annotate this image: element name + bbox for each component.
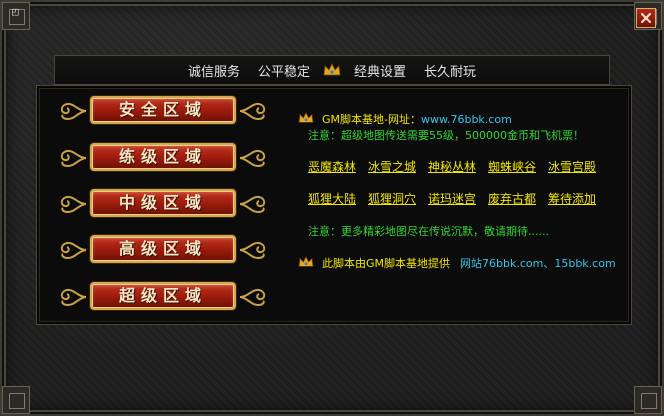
map-link[interactable]: 狐狸洞穴 xyxy=(368,190,416,207)
map-link[interactable]: 废弃古都 xyxy=(488,190,536,207)
map-link[interactable]: 蜘蛛峡谷 xyxy=(488,158,536,175)
zone-row: 超级区域 xyxy=(56,282,270,312)
dialog-window: ◰ 诚信服务 公平稳定 经典设置 长久耐玩 安全区域 练级区域 中级区域 高级区… xyxy=(0,0,664,416)
zone-row: 高级区域 xyxy=(56,235,270,265)
close-button[interactable] xyxy=(636,8,656,28)
map-link[interactable]: 诺玛迷宫 xyxy=(428,190,476,207)
crown-icon xyxy=(323,63,341,76)
scroll-ornament-icon xyxy=(239,149,266,168)
scroll-ornament-icon xyxy=(239,102,266,121)
notice-super-map: 注意：超级地图传送需要55级，500000金币和飞机票！ xyxy=(308,129,584,142)
map-link[interactable]: 狐狸大陆 xyxy=(308,190,356,207)
site-url-link[interactable]: www.76bbk.com xyxy=(421,113,512,126)
scroll-ornament-icon xyxy=(239,288,266,307)
zone-button-super[interactable]: 超级区域 xyxy=(90,282,236,310)
close-icon xyxy=(640,12,652,24)
crown-icon xyxy=(298,256,314,267)
tab-fair[interactable]: 公平稳定 xyxy=(249,61,319,80)
tab-classic[interactable]: 经典设置 xyxy=(345,61,415,80)
scroll-ornament-icon xyxy=(60,288,87,307)
zone-button-leveling[interactable]: 练级区域 xyxy=(90,143,236,171)
scroll-ornament-icon xyxy=(60,102,87,121)
notice-more-maps: 注意：更多精彩地图尽在传说沉默，敬请期待...... xyxy=(308,225,549,238)
scroll-ornament-icon xyxy=(60,241,87,260)
footer-line: 此脚本由GM脚本基地提供 网站76bbk.com、15bbk.com xyxy=(298,255,616,271)
zone-button-intermediate[interactable]: 中级区域 xyxy=(90,189,236,217)
map-link[interactable]: 筹待添加 xyxy=(548,190,596,207)
scroll-ornament-icon xyxy=(239,241,266,260)
zone-button-advanced[interactable]: 高级区域 xyxy=(90,235,236,263)
tab-service[interactable]: 诚信服务 xyxy=(179,61,249,80)
notice-line: 注意：超级地图传送需要55级，500000金币和飞机票！ xyxy=(308,127,584,143)
site-info-line: GM脚本基地-网址：www.76bbk.com xyxy=(298,111,512,127)
map-link[interactable]: 神秘丛林 xyxy=(428,158,476,175)
scroll-ornament-icon xyxy=(60,149,87,168)
corner-ornament xyxy=(634,386,662,414)
zone-button-safe[interactable]: 安全区域 xyxy=(90,96,236,124)
footer-provider: 此脚本由GM脚本基地提供 xyxy=(322,257,451,270)
scroll-ornament-icon xyxy=(60,195,87,214)
tab-durable[interactable]: 长久耐玩 xyxy=(415,61,485,80)
zone-row: 练级区域 xyxy=(56,143,270,173)
scroll-ornament-icon xyxy=(239,195,266,214)
map-link[interactable]: 冰雪之城 xyxy=(368,158,416,175)
window-corner-icon: ◰ xyxy=(12,5,19,18)
map-link[interactable]: 冰雪宫殿 xyxy=(548,158,596,175)
tab-bar: 诚信服务 公平稳定 经典设置 长久耐玩 xyxy=(54,55,610,85)
zone-row: 安全区域 xyxy=(56,96,270,126)
crown-icon xyxy=(298,112,314,123)
site-label: GM脚本基地-网址： xyxy=(322,113,421,126)
footer-sites-link[interactable]: 网站76bbk.com、15bbk.com xyxy=(460,257,616,270)
corner-ornament xyxy=(2,386,30,414)
zone-row: 中级区域 xyxy=(56,189,270,219)
map-link[interactable]: 恶魔森林 xyxy=(308,158,356,175)
notice-line: 注意：更多精彩地图尽在传说沉默，敬请期待...... xyxy=(308,223,549,239)
